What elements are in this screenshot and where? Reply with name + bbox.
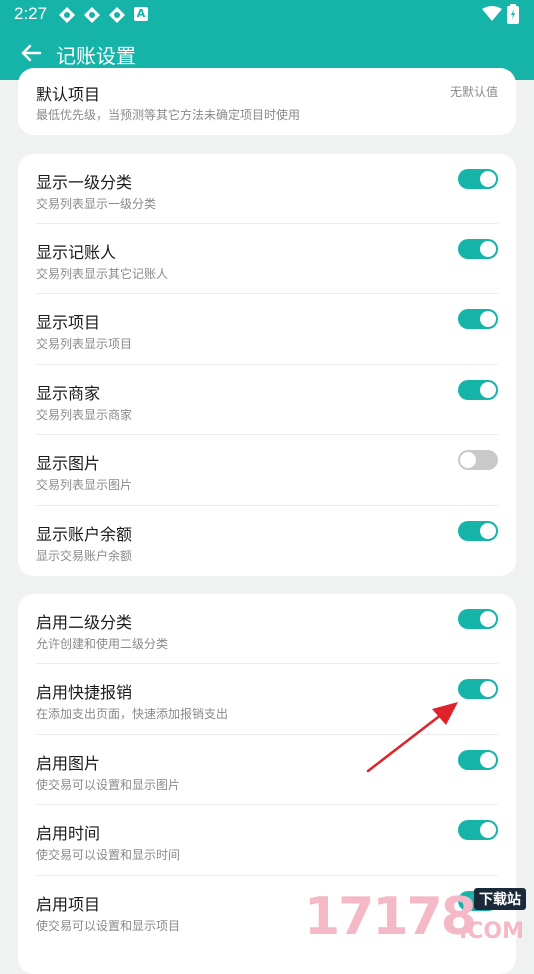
battery-icon: [507, 4, 519, 24]
feature-setting-row[interactable]: 启用时间 使交易可以设置和显示时间: [18, 805, 516, 876]
toggle-switch[interactable]: [458, 169, 498, 189]
toggle-knob: [480, 523, 496, 539]
toggle-switch[interactable]: [458, 380, 498, 400]
toggle-knob: [480, 311, 496, 327]
setting-subtitle: 交易列表显示图片: [36, 478, 133, 492]
back-arrow-icon[interactable]: [16, 38, 46, 68]
display-setting-row[interactable]: 显示商家 交易列表显示商家: [18, 365, 516, 435]
setting-subtitle: 交易列表显示商家: [36, 408, 133, 422]
watermark-domain: .COM: [458, 919, 524, 944]
setting-title: 启用项目: [36, 895, 101, 914]
setting-title: 启用二级分类: [36, 613, 133, 632]
setting-subtitle: 交易列表显示其它记账人: [36, 267, 169, 281]
toggle-switch[interactable]: [458, 820, 498, 840]
app-notification-icon: [109, 7, 125, 23]
toggle-knob: [480, 822, 496, 838]
setting-title: 显示账户余额: [36, 525, 133, 544]
setting-subtitle: 在添加支出页面，快速添加报销支出: [36, 707, 229, 721]
display-settings-card: 显示一级分类 交易列表显示一级分类 显示记账人 交易列表显示其它记账人 显示项目…: [18, 154, 516, 576]
setting-subtitle: 使交易可以设置和显示图片: [36, 778, 181, 792]
setting-subtitle: 使交易可以设置和显示项目: [36, 919, 181, 933]
setting-title: 显示项目: [36, 313, 101, 332]
display-setting-row[interactable]: 显示一级分类 交易列表显示一级分类: [18, 154, 516, 224]
display-setting-row[interactable]: 显示图片 交易列表显示图片: [18, 435, 516, 506]
app-notification-icon: [84, 7, 100, 23]
toggle-switch[interactable]: [458, 239, 498, 259]
toggle-knob: [480, 681, 496, 697]
annotation-arrow: [366, 702, 458, 773]
setting-title: 启用图片: [36, 754, 101, 773]
setting-subtitle: 交易列表显示一级分类: [36, 197, 157, 211]
setting-subtitle: 显示交易账户余额: [36, 549, 133, 563]
feature-setting-row[interactable]: 启用二级分类 允许创建和使用二级分类: [18, 594, 516, 664]
toggle-knob: [480, 171, 496, 187]
toggle-switch[interactable]: [458, 309, 498, 329]
display-setting-row[interactable]: 显示账户余额 显示交易账户余额: [18, 506, 516, 576]
toggle-knob: [480, 752, 496, 768]
setting-subtitle: 使交易可以设置和显示时间: [36, 848, 181, 862]
toggle-knob: [480, 382, 496, 398]
app-notification-icon: [59, 7, 75, 23]
toggle-switch[interactable]: [458, 609, 498, 629]
toggle-knob: [480, 241, 496, 257]
setting-title: 显示一级分类: [36, 173, 133, 192]
toggle-knob: [460, 452, 476, 468]
display-setting-row[interactable]: 显示项目 交易列表显示项目: [18, 294, 516, 365]
setting-value: 无默认值: [449, 85, 498, 99]
page-title: 记账设置: [56, 44, 136, 68]
setting-subtitle: 最低优先级，当预测等其它方法未确定项目时使用: [36, 108, 301, 122]
watermark-tag: 下载站: [474, 888, 526, 910]
toggle-switch[interactable]: [458, 450, 498, 470]
default-project-row[interactable]: 默认项目 最低优先级，当预测等其它方法未确定项目时使用 无默认值: [18, 68, 516, 135]
setting-title: 启用时间: [36, 824, 101, 843]
status-bar: 2:27 A: [0, 0, 534, 28]
setting-title: 显示商家: [36, 384, 101, 403]
status-time: 2:27: [14, 4, 48, 23]
wifi-icon: [482, 6, 502, 21]
setting-subtitle: 允许创建和使用二级分类: [36, 637, 169, 651]
setting-title: 显示记账人: [36, 243, 117, 262]
default-project-card: 默认项目 最低优先级，当预测等其它方法未确定项目时使用 无默认值: [18, 68, 516, 135]
setting-title: 启用快捷报销: [36, 683, 133, 702]
setting-subtitle: 交易列表显示项目: [36, 337, 133, 351]
toggle-knob: [480, 611, 496, 627]
setting-title: 默认项目: [36, 85, 101, 104]
site-watermark: 17178 下载站 .COM: [304, 888, 526, 946]
setting-title: 显示图片: [36, 454, 101, 473]
display-setting-row[interactable]: 显示记账人 交易列表显示其它记账人: [18, 224, 516, 294]
a-badge-icon: A: [134, 7, 148, 21]
toggle-switch[interactable]: [458, 521, 498, 541]
watermark-brand: 17178: [304, 887, 477, 947]
